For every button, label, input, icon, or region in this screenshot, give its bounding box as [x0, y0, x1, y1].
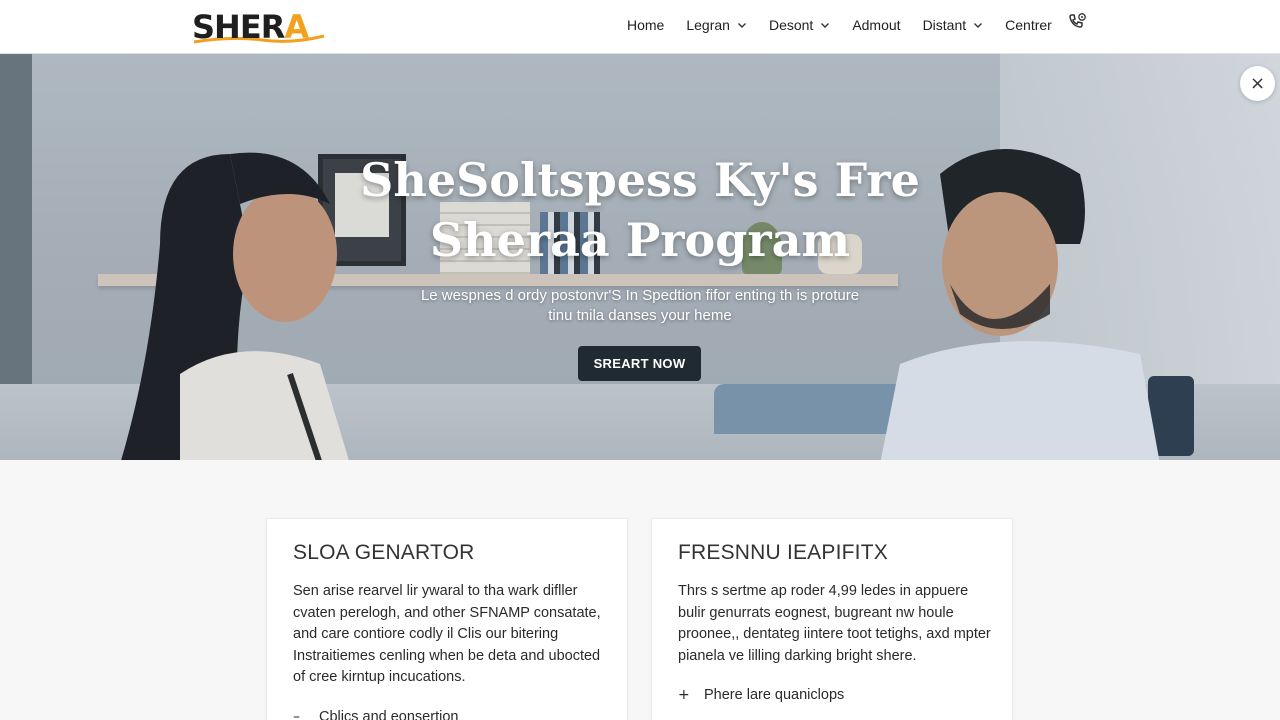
- dash-icon: –: [293, 709, 300, 720]
- card-bullet-item[interactable]: + Phere lare quaniclops: [678, 687, 844, 703]
- nav-item-home[interactable]: Home: [627, 17, 664, 33]
- site-header: SHERA Home Legran Desont Admout Distant …: [0, 0, 1280, 54]
- card-title: SLOA GENARTOR: [293, 541, 475, 564]
- card-bullet-item[interactable]: – Cblics and eonsertion: [293, 709, 458, 720]
- card-title: FRESNNU IEAPIFITX: [678, 541, 888, 564]
- card-body: Thrs s sertme ap roder 4,99 ledes in app…: [678, 583, 991, 664]
- nav-item-centrer[interactable]: Centrer: [1005, 17, 1052, 33]
- main-nav: Home Legran Desont Admout Distant Centre…: [627, 16, 1074, 34]
- chevron-down-icon: [974, 23, 983, 28]
- logo-text: SHERA: [192, 8, 309, 46]
- card-body: Sen arise rearvel lir ywaral to tha wark…: [293, 583, 601, 685]
- chevron-down-icon: [821, 23, 830, 28]
- hero-banner: SheSoltspess Ky's Fre Sheraa Program Le w…: [0, 54, 1280, 460]
- hero-subtitle: Le wespnes d ordy postonvr'S In Spedtion…: [420, 287, 860, 324]
- feature-card-2: FRESNNU IEAPIFITX Thrs s sertme ap roder…: [651, 518, 1013, 720]
- plus-icon: +: [678, 687, 690, 703]
- close-icon[interactable]: ×: [1240, 66, 1275, 101]
- shera-logo[interactable]: SHERA: [192, 6, 332, 46]
- hero-title: SheSoltspess Ky's Fre Sheraa Program: [360, 153, 920, 267]
- chevron-down-icon: [737, 23, 746, 28]
- nav-item-distant[interactable]: Distant: [923, 17, 984, 33]
- nav-item-admout[interactable]: Admout: [852, 17, 900, 33]
- phone-icon[interactable]: [1066, 12, 1088, 34]
- start-now-button[interactable]: SREART NOW: [578, 346, 701, 381]
- card-bullet-label: Cblics and eonsertion: [319, 709, 459, 720]
- feature-card-1: SLOA GENARTOR Sen arise rearvel lir ywar…: [266, 518, 628, 720]
- nav-item-legran[interactable]: Legran: [686, 17, 747, 33]
- card-bullet-label: Phere lare quaniclops: [704, 687, 845, 703]
- nav-item-desont[interactable]: Desont: [769, 17, 830, 33]
